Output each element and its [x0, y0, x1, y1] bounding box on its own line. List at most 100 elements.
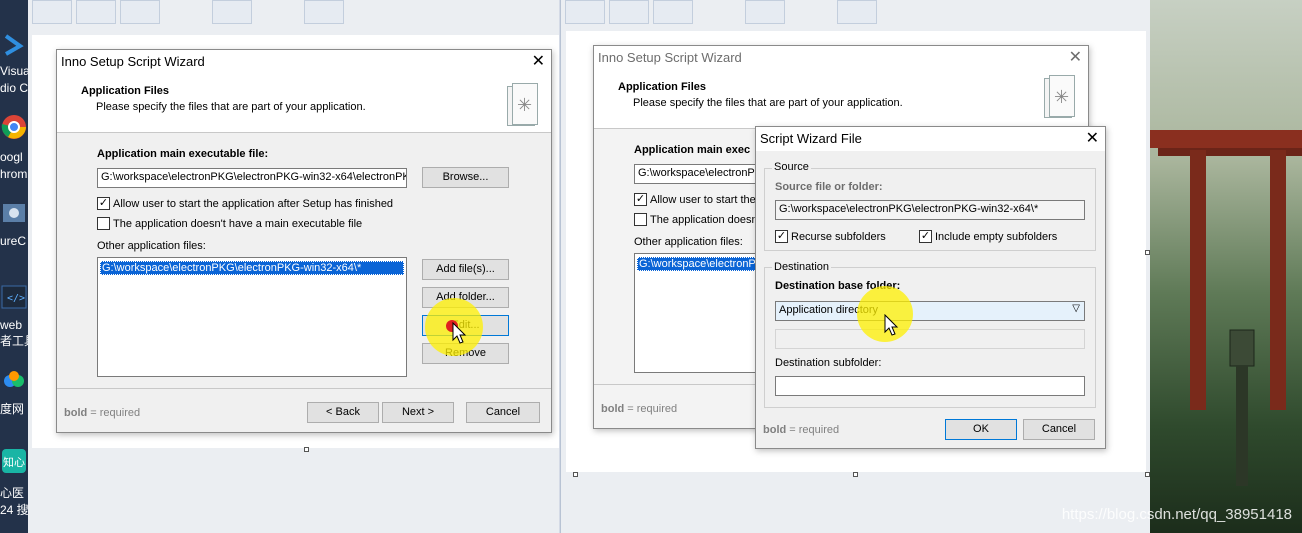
required-note-bold: bold: [601, 403, 625, 415]
next-button[interactable]: Next >: [382, 402, 454, 423]
other-files-label: Other application files:: [634, 236, 743, 248]
resize-handle[interactable]: [853, 472, 858, 477]
dest-subfolder-field[interactable]: [775, 376, 1085, 396]
watermark: https://blog.csdn.net/qq_38951418: [1061, 506, 1292, 523]
desktop-label-baidu: 度网: [0, 402, 25, 416]
checkbox-box[interactable]: ✓: [919, 230, 932, 243]
allow-start-checkbox[interactable]: ✓ Allow user to start the application af…: [97, 197, 393, 210]
thumbnail[interactable]: [32, 0, 72, 24]
desktop-label-settings: ureC: [0, 234, 27, 248]
vscode-icon[interactable]: [0, 28, 28, 58]
chrome-icon[interactable]: [0, 112, 28, 142]
cancel-button[interactable]: Cancel: [466, 402, 540, 423]
close-icon[interactable]: ✕: [1069, 47, 1082, 67]
main-exe-field[interactable]: G:\workspace\electronPKG\electronPKG-win…: [97, 168, 407, 188]
checkbox-box[interactable]: ✓: [97, 197, 110, 210]
desktop-label-web-2: 者工具: [0, 334, 28, 348]
baidu-netdisk-icon[interactable]: [0, 366, 28, 396]
thumbnail[interactable]: [837, 0, 877, 24]
other-files-list[interactable]: G:\workspace\electronPK: [634, 253, 764, 373]
ok-button[interactable]: OK: [945, 419, 1017, 440]
required-note-bold: bold: [64, 407, 88, 419]
recurse-subfolders-checkbox[interactable]: ✓ Recurse subfolders: [775, 230, 886, 243]
thumbnail[interactable]: [565, 0, 605, 24]
checkbox-box[interactable]: ✓: [775, 230, 788, 243]
resize-handle[interactable]: [573, 472, 578, 477]
no-exe-checkbox[interactable]: The application doesn': [634, 213, 760, 226]
desktop-label-zhixin: 心医: [0, 486, 25, 500]
checkbox-box[interactable]: [634, 213, 647, 226]
thumbnail-row-right: [565, 0, 881, 26]
dialog-title: Inno Setup Script Wizard: [61, 54, 205, 69]
source-group-label: Source: [772, 161, 811, 173]
no-exe-label: The application doesn't have a main exec…: [113, 217, 363, 230]
thumbnail[interactable]: [304, 0, 344, 24]
thumbnail[interactable]: [653, 0, 693, 24]
allow-start-label: Allow user to start the: [650, 193, 756, 206]
main-exe-label: Application main exec: [634, 144, 751, 156]
checkbox-box[interactable]: ✓: [634, 193, 647, 206]
desktop-icon-strip: Visua dio C oogl hrom ureC </> web 者工具 度…: [0, 0, 28, 533]
settings-icon[interactable]: [0, 198, 28, 228]
browse-button[interactable]: Browse...: [422, 167, 509, 188]
other-files-label: Other application files:: [97, 240, 206, 252]
page-subtitle: Please specify the files that are part o…: [633, 97, 903, 109]
dialog-titlebar: Inno Setup Script Wizard ✕: [594, 46, 1088, 70]
mouse-pointer-icon: [884, 314, 899, 336]
thumbnail[interactable]: [745, 0, 785, 24]
source-field[interactable]: G:\workspace\electronPKG\electronPKG-win…: [775, 200, 1085, 220]
dest-base-combo[interactable]: Application directory ▽: [775, 301, 1085, 321]
page-subtitle: Please specify the files that are part o…: [96, 101, 366, 113]
dialog-titlebar: Inno Setup Script Wizard ✕: [57, 50, 551, 74]
desktop-label-chrome-2: hrom: [0, 167, 28, 181]
back-button[interactable]: < Back: [307, 402, 379, 423]
inno-setup-wizard-dialog: Inno Setup Script Wizard ✕ Application F…: [56, 49, 552, 433]
cancel-button[interactable]: Cancel: [1023, 419, 1095, 440]
main-exe-field[interactable]: G:\workspace\electronPK: [634, 164, 764, 184]
allow-start-label: Allow user to start the application afte…: [113, 197, 394, 210]
thumbnail[interactable]: [212, 0, 252, 24]
desktop-label-vscode-2: dio C: [0, 81, 28, 95]
required-note-text: = required: [627, 403, 678, 415]
required-note: bold = required: [763, 424, 839, 436]
script-wizard-file-dialog: Script Wizard File ✕ Source Source file …: [755, 126, 1106, 449]
desktop-label-web: web: [0, 318, 23, 332]
include-empty-checkbox[interactable]: ✓ Include empty subfolders: [919, 230, 1057, 243]
desktop-label-app: 24 搜: [0, 503, 28, 517]
wizard-header: Application Files Please specify the fil…: [594, 70, 1088, 129]
close-icon[interactable]: ✕: [532, 51, 545, 71]
required-note: bold = required: [601, 403, 677, 415]
wizard-document-icon: ✳: [507, 83, 538, 126]
code-icon[interactable]: </>: [0, 282, 28, 312]
list-item[interactable]: G:\workspace\electronPK: [637, 257, 761, 271]
dest-subfolder-label: Destination subfolder:: [775, 357, 882, 369]
recurse-subfolders-label: Recurse subfolders: [791, 230, 886, 243]
no-exe-label: The application doesn': [650, 213, 760, 226]
add-files-button[interactable]: Add file(s)...: [422, 259, 509, 280]
no-exe-checkbox[interactable]: The application doesn't have a main exec…: [97, 217, 362, 230]
resize-handle[interactable]: [304, 447, 309, 452]
checkbox-box[interactable]: [97, 217, 110, 230]
wizard-document-icon: ✳: [1044, 75, 1075, 118]
allow-start-checkbox[interactable]: ✓ Allow user to start the: [634, 193, 756, 206]
close-icon[interactable]: ✕: [1086, 128, 1099, 148]
list-item[interactable]: G:\workspace\electronPKG\electronPKG-win…: [100, 261, 404, 275]
desktop-label-vscode: Visua: [0, 64, 28, 78]
dialog-title: Inno Setup Script Wizard: [598, 50, 742, 65]
page-title: Application Files: [81, 85, 170, 97]
zhixin-icon[interactable]: 知心: [0, 446, 28, 476]
dest-custom-field-disabled: [775, 329, 1085, 349]
thumbnail[interactable]: [76, 0, 116, 24]
required-note-text: = required: [90, 407, 141, 419]
page-title: Application Files: [618, 81, 707, 93]
source-label: Source file or folder:: [775, 181, 883, 193]
thumbnail-row-left: [32, 0, 348, 26]
other-files-list[interactable]: G:\workspace\electronPKG\electronPKG-win…: [97, 257, 407, 377]
background-photo: [1150, 0, 1302, 533]
wizard-header: Application Files Please specify the fil…: [57, 74, 551, 133]
svg-text:</>: </>: [7, 293, 25, 304]
thumbnail[interactable]: [609, 0, 649, 24]
chevron-down-icon[interactable]: ▽: [1072, 303, 1080, 314]
main-exe-label: Application main executable file:: [97, 148, 269, 160]
thumbnail[interactable]: [120, 0, 160, 24]
